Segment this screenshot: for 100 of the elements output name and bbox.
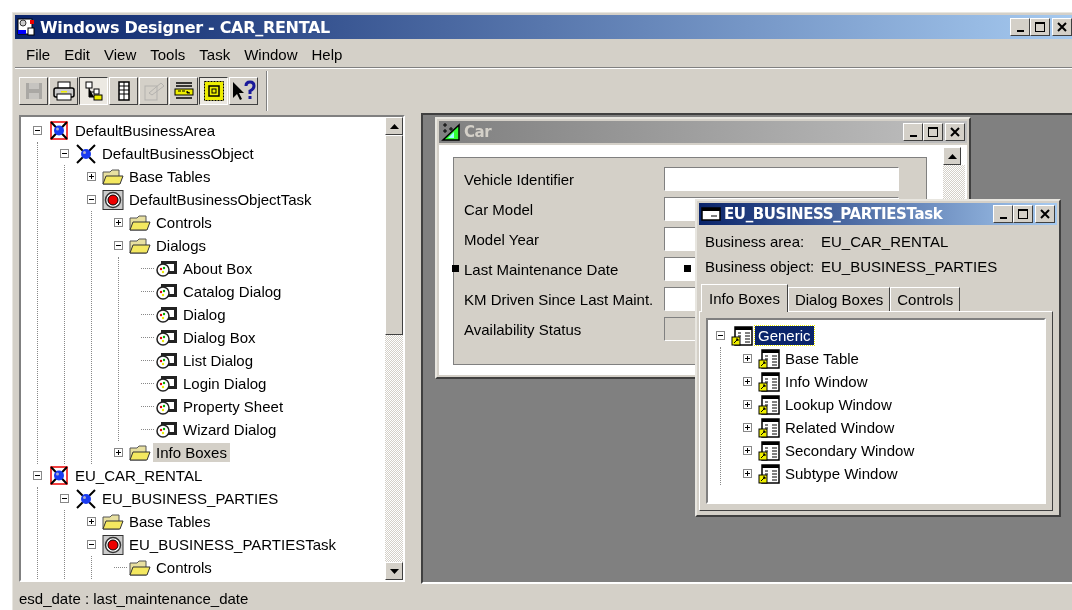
tree-item[interactable]: Info Boxes: [153, 443, 230, 462]
menu-item[interactable]: Edit: [57, 45, 98, 63]
tree-item[interactable]: List Dialog: [180, 351, 257, 370]
collapse-toggle[interactable]: [60, 149, 69, 158]
sql-tool-button[interactable]: [169, 77, 198, 105]
print-tool-button[interactable]: [49, 77, 78, 105]
tree-item[interactable]: Login Dialog: [180, 374, 270, 393]
tree-item[interactable]: Related Window: [782, 418, 898, 437]
field-label: Vehicle Identifier: [464, 170, 576, 188]
list-tool-button[interactable]: [109, 77, 138, 105]
tree-item[interactable]: DefaultBusinessObject: [99, 144, 257, 163]
collapse-toggle[interactable]: [716, 331, 725, 340]
tree-item[interactable]: Controls: [153, 558, 215, 577]
scroll-up-button[interactable]: [385, 117, 403, 135]
tree-item[interactable]: Dialog Box: [180, 328, 259, 347]
up-arrow-icon: [947, 153, 957, 159]
tree-item[interactable]: EU_BUSINESS_PARTIES: [99, 489, 282, 508]
minimize-button[interactable]: [993, 205, 1013, 223]
scrollbar[interactable]: [385, 117, 403, 580]
tree-item[interactable]: Generic: [755, 326, 814, 345]
tree-item[interactable]: Catalog Dialog: [180, 282, 285, 301]
expand-toggle[interactable]: [114, 448, 123, 457]
minimize-button[interactable]: [1010, 18, 1030, 36]
menu-item[interactable]: Task: [192, 45, 238, 63]
menu-item[interactable]: View: [97, 45, 144, 63]
collapse-toggle[interactable]: [87, 540, 96, 549]
scroll-up-button[interactable]: [943, 147, 961, 165]
property-value: EU_BUSINESS_PARTIES: [821, 258, 998, 275]
expand-toggle[interactable]: [743, 469, 752, 478]
scroll-thumb[interactable]: [385, 135, 403, 335]
minimize-icon: [999, 217, 1007, 219]
collapse-toggle[interactable]: [114, 241, 123, 250]
tree-item[interactable]: Base Table: [782, 349, 862, 368]
tree-item[interactable]: Subtype Window: [782, 464, 901, 483]
tree-item[interactable]: Property Sheet: [180, 397, 287, 416]
tree-item[interactable]: Lookup Window: [782, 395, 895, 414]
tree-item[interactable]: Controls: [153, 213, 215, 232]
info-box-icon: [758, 348, 780, 369]
menu-item[interactable]: File: [19, 45, 58, 63]
menu-item[interactable]: Tools: [143, 45, 193, 63]
tree-item[interactable]: About Box: [180, 259, 256, 278]
expand-toggle[interactable]: [743, 377, 752, 386]
up-arrow-icon: [389, 123, 399, 129]
tree-item[interactable]: EU_BUSINESS_PARTIESTask: [126, 535, 340, 554]
info-box-icon: [758, 440, 780, 461]
tab[interactable]: Dialog Boxes: [787, 287, 891, 311]
help-tool-button[interactable]: [229, 77, 258, 105]
tree-item[interactable]: Info Window: [782, 372, 871, 391]
input-field[interactable]: [664, 167, 899, 191]
tree-item[interactable]: Wizard Dialog: [180, 420, 280, 439]
tree-item[interactable]: Base Tables: [126, 167, 214, 186]
tree-item[interactable]: Dialog: [180, 305, 229, 324]
tree-tool-button[interactable]: [79, 77, 108, 105]
maximize-icon: [1032, 20, 1048, 34]
expand-toggle[interactable]: [743, 446, 752, 455]
tab[interactable]: Info Boxes: [701, 284, 788, 312]
collapse-toggle[interactable]: [33, 471, 42, 480]
collapse-toggle[interactable]: [87, 195, 96, 204]
close-icon: [1037, 207, 1053, 221]
tree-item[interactable]: Base Tables: [126, 512, 214, 531]
dialog-icon: [156, 397, 178, 416]
tree-item[interactable]: DefaultBusinessObjectTask: [126, 190, 315, 209]
info-box-icon: [758, 394, 780, 415]
pencil-icon: [142, 81, 165, 101]
tree-item[interactable]: Secondary Window: [782, 441, 918, 460]
menu-item[interactable]: Window: [237, 45, 305, 63]
close-button[interactable]: [1052, 18, 1072, 36]
expand-toggle[interactable]: [743, 354, 752, 363]
maximize-button[interactable]: [1030, 18, 1050, 36]
business-area-icon: [48, 120, 70, 141]
maximize-button[interactable]: [1013, 205, 1033, 223]
close-button[interactable]: [1035, 205, 1055, 223]
expand-toggle[interactable]: [87, 517, 96, 526]
window-title: EU_BUSINESS_PARTIESTask: [724, 205, 943, 223]
expand-toggle[interactable]: [87, 172, 96, 181]
info-box-icon: [731, 325, 753, 346]
sql-icon: [172, 81, 195, 101]
tree-item[interactable]: EU_CAR_RENTAL: [72, 466, 206, 485]
frame-tool-button[interactable]: [199, 77, 228, 105]
menu-item[interactable]: Help: [304, 45, 350, 63]
close-icon: [1054, 20, 1070, 34]
window-title: Car: [464, 123, 492, 141]
tree-icon: [83, 81, 104, 101]
expand-toggle[interactable]: [743, 423, 752, 432]
dialog-icon: [156, 259, 178, 278]
target-icon: [102, 189, 124, 210]
collapse-toggle[interactable]: [60, 494, 69, 503]
expand-toggle[interactable]: [743, 400, 752, 409]
tree-item[interactable]: DefaultBusinessArea: [72, 121, 219, 140]
expand-toggle[interactable]: [114, 218, 123, 227]
tree-item[interactable]: Dialogs: [153, 236, 210, 255]
maximize-icon: [1015, 207, 1031, 221]
field-label: Last Maintenance Date: [464, 260, 620, 278]
selection-handle[interactable]: [452, 265, 459, 272]
scroll-down-button[interactable]: [385, 562, 403, 580]
selection-handle[interactable]: [684, 265, 691, 272]
target-icon: [102, 534, 124, 555]
tab[interactable]: Controls: [890, 287, 961, 311]
collapse-toggle[interactable]: [33, 126, 42, 135]
window-title: Windows Designer - CAR_RENTAL: [40, 17, 330, 37]
